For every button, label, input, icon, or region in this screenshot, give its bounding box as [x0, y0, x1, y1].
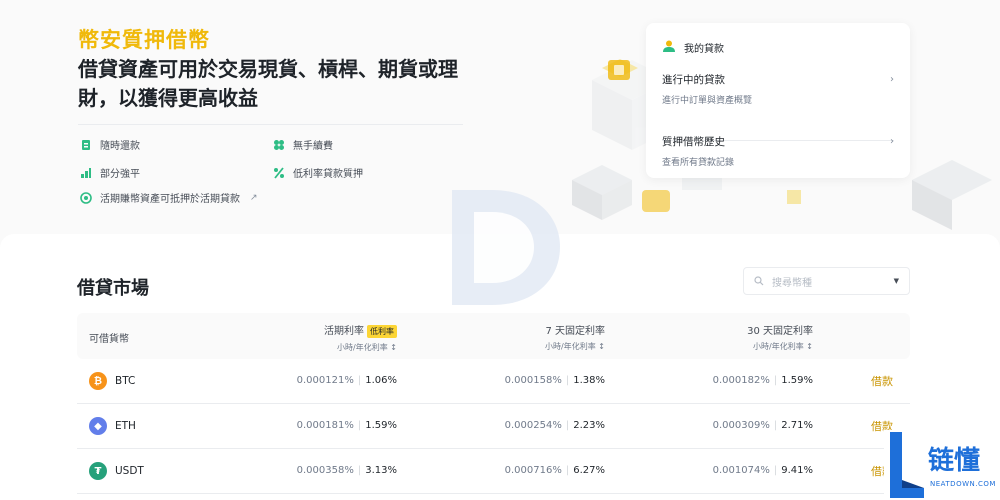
coin-search-select[interactable]: 搜尋幣種 ▼: [743, 267, 910, 295]
table-row: ◆ ETH 0.000181% | 1.59% 0.000254% | 2.23% 0.…: [77, 404, 910, 449]
coin-cell: ◆ ETH: [89, 417, 136, 435]
caret-down-icon: ▼: [893, 277, 899, 285]
header-flex-rate[interactable]: 活期利率 低利率 小時/年化利率 ↕: [324, 322, 397, 353]
30day-rate-cell: 0.000309% | 2.71%: [712, 420, 813, 431]
flex-rate-cell: 0.000358% | 3.13%: [296, 465, 397, 476]
percent-icon: [273, 166, 285, 179]
hero-subtitle: 借貸資產可用於交易現貨、槓桿、期貨或理財，以獲得更高收益: [78, 57, 458, 110]
usdt-icon: ₮: [89, 462, 107, 480]
borrow-button[interactable]: 借款: [871, 373, 893, 389]
7day-rate-cell: 0.000254% | 2.23%: [504, 420, 605, 431]
header-7day-rate[interactable]: 7 天固定利率 小時/年化利率 ↕: [545, 322, 605, 352]
brand-url: NEATDOWN.COM: [930, 480, 996, 488]
header-coin: 可借貨幣: [89, 334, 129, 345]
7day-rate-cell: 0.000716% | 6.27%: [504, 465, 605, 476]
eth-icon: ◆: [89, 417, 107, 435]
search-placeholder: 搜尋幣種: [772, 277, 812, 289]
my-loans-header: 我的貸款: [662, 39, 724, 56]
market-title: 借貸市場: [77, 278, 149, 299]
coin-cell: ₿ BTC: [89, 372, 135, 390]
feature-partial-liquidation: 部分強平: [80, 165, 140, 180]
no-fee-icon: [273, 139, 285, 151]
flexible-icon: [80, 191, 92, 204]
btc-icon: ₿: [89, 372, 107, 390]
chevron-right-icon: ›: [890, 136, 894, 147]
repay-icon: [80, 139, 92, 151]
low-rate-badge: 低利率: [367, 325, 397, 338]
feature-flexible-collateral[interactable]: 活期賺幣資產可抵押於活期貸款 ↗: [80, 190, 258, 205]
flex-rate-cell: 0.000121% | 1.06%: [296, 375, 397, 386]
feature-repay: 隨時還款: [80, 137, 140, 152]
ongoing-loans-link[interactable]: 進行中的貸款 進行中訂單與資產概覽 ›: [662, 72, 894, 106]
search-icon: [754, 276, 764, 286]
flex-rate-cell: 0.000181% | 1.59%: [296, 420, 397, 431]
feature-no-fee: 無手續費: [273, 137, 333, 152]
brand-watermark: 链懂 NEATDOWN.COM: [884, 430, 1000, 500]
30day-rate-cell: 0.000182% | 1.59%: [712, 375, 813, 386]
table-row: ₮ USDT 0.000358% | 3.13% 0.000716% | 6.27% 0…: [77, 449, 910, 494]
coin-cell: ₮ USDT: [89, 462, 144, 480]
feature-low-rate: 低利率貸款質押: [273, 165, 363, 180]
bar-chart-icon: [80, 167, 92, 179]
7day-rate-cell: 0.000158% | 1.38%: [504, 375, 605, 386]
my-loans-card: 我的貸款 進行中的貸款 進行中訂單與資產概覽 › 質押借幣歷史 查看所有貸款記錄…: [646, 23, 910, 178]
hero-divider: [78, 124, 463, 125]
header-30day-rate[interactable]: 30 天固定利率 小時/年化利率 ↕: [747, 322, 813, 352]
brand-name: 链懂: [928, 446, 981, 476]
chevron-right-icon: ›: [890, 74, 894, 85]
watermark-logo: [452, 190, 560, 305]
table-row: ₿ BTC 0.000121% | 1.06% 0.000158% | 1.38% 0.…: [77, 359, 910, 404]
hero-title: 幣安質押借幣: [78, 28, 210, 52]
external-link-icon: ↗: [250, 192, 258, 203]
brand-logo-icon: [890, 432, 924, 498]
loan-history-link[interactable]: 質押借幣歷史 查看所有貸款記錄 ›: [662, 134, 894, 168]
30day-rate-cell: 0.001074% | 9.41%: [712, 465, 813, 476]
user-icon: [662, 39, 676, 56]
table-header: 可借貨幣 活期利率 低利率 小時/年化利率 ↕ 7 天固定利率 小時/年化利率 ↕…: [77, 313, 910, 359]
